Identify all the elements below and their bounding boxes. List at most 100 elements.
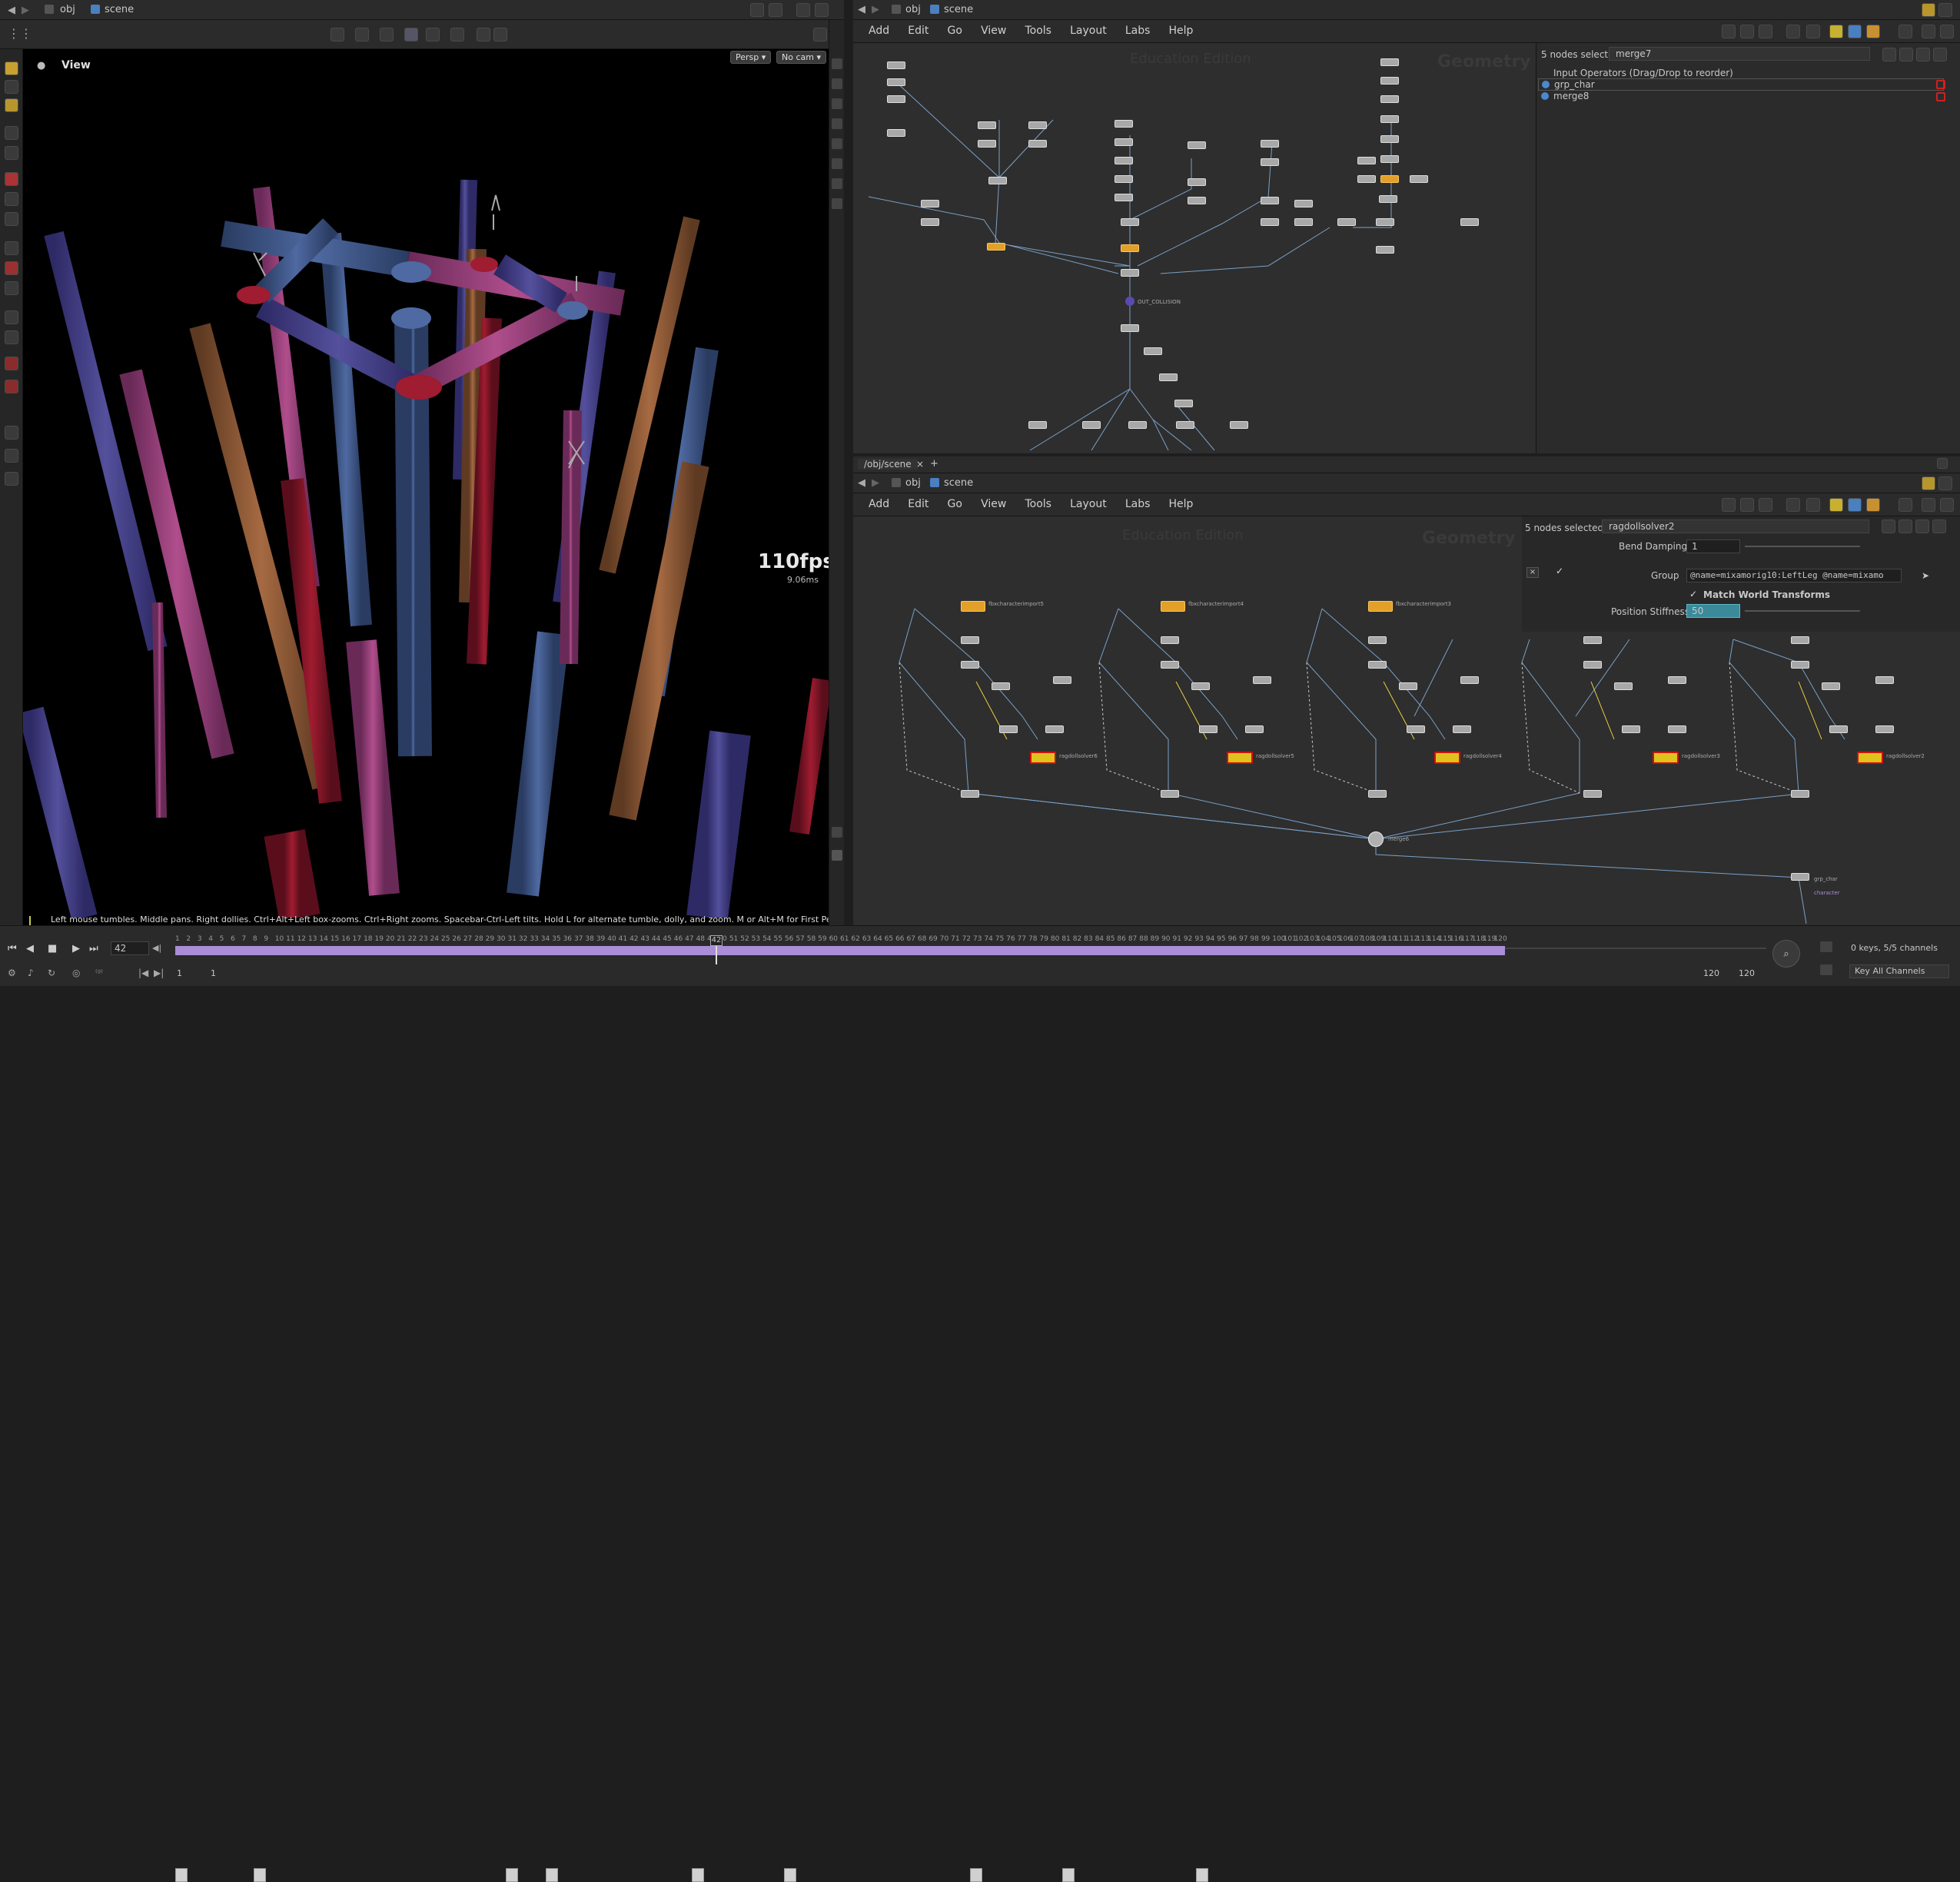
start-frame-2[interactable]: 1: [211, 968, 216, 978]
network-node-copy[interactable]: [1380, 175, 1399, 183]
network-node[interactable]: [1115, 138, 1133, 146]
keyframe[interactable]: [784, 1868, 796, 1882]
sticky-icon[interactable]: [1848, 25, 1862, 38]
network-node[interactable]: [1245, 725, 1264, 733]
network-node[interactable]: [1115, 175, 1133, 183]
note-icon[interactable]: [1829, 498, 1843, 512]
transform-tool-icon[interactable]: [5, 80, 18, 94]
ragdoll-solver-node[interactable]: [1434, 752, 1460, 764]
net-forward-icon[interactable]: ▶: [872, 4, 879, 15]
network-node[interactable]: [1376, 218, 1394, 226]
network-node[interactable]: [1053, 676, 1071, 684]
network-node[interactable]: [1791, 636, 1809, 644]
network-node[interactable]: [1121, 324, 1139, 332]
network-node[interactable]: [887, 129, 905, 137]
back-arrow-icon[interactable]: ◀: [8, 5, 15, 16]
remove-input-icon[interactable]: [1936, 92, 1945, 101]
network-node[interactable]: [992, 682, 1010, 690]
points-icon[interactable]: [832, 178, 842, 189]
network-node[interactable]: [1230, 421, 1248, 429]
network-node[interactable]: [1188, 197, 1206, 204]
network-node[interactable]: [999, 725, 1018, 733]
param-info-icon[interactable]: [1915, 519, 1929, 533]
network-node[interactable]: [1379, 195, 1397, 203]
wireframe-icon[interactable]: [832, 98, 842, 109]
normals-icon[interactable]: [832, 198, 842, 209]
box-icon[interactable]: [1866, 25, 1880, 38]
network-node[interactable]: [1028, 121, 1047, 129]
keyframe[interactable]: [546, 1868, 558, 1882]
menu-layout[interactable]: Layout: [1070, 498, 1107, 510]
magnet-red2-icon[interactable]: [5, 380, 18, 393]
path-scene[interactable]: scene: [105, 4, 134, 15]
network-node[interactable]: [1791, 661, 1809, 669]
play-reverse-icon[interactable]: ◀: [26, 943, 34, 954]
fbx-import-node[interactable]: [1161, 601, 1185, 612]
network-node[interactable]: [1407, 725, 1425, 733]
param-search-icon[interactable]: [1899, 519, 1912, 533]
param-gear-icon[interactable]: [1882, 48, 1896, 61]
param-gear-icon[interactable]: [1882, 519, 1895, 533]
net2-link-icon[interactable]: [1938, 476, 1952, 490]
network-node[interactable]: [1121, 218, 1139, 226]
no-icon[interactable]: [450, 28, 464, 41]
search-icon[interactable]: [1899, 25, 1912, 38]
end-frame-2[interactable]: 120: [1739, 968, 1755, 978]
network-node[interactable]: [1357, 157, 1376, 164]
input-row[interactable]: merge8: [1538, 91, 1944, 103]
network-node[interactable]: [887, 61, 905, 69]
network-node-copy[interactable]: [987, 243, 1005, 251]
pin-icon[interactable]: [750, 3, 764, 17]
toolbar-option-icon[interactable]: [813, 28, 827, 41]
node-name-field[interactable]: merge7: [1609, 47, 1870, 61]
net2-forward-icon[interactable]: ▶: [872, 477, 879, 489]
network-node[interactable]: [961, 661, 979, 669]
keyframe[interactable]: [1062, 1868, 1075, 1882]
paint-icon[interactable]: [5, 330, 18, 344]
magnet-icon[interactable]: [5, 261, 18, 275]
key-search-icon[interactable]: ⌕: [1772, 940, 1800, 968]
network-node[interactable]: [1368, 790, 1387, 798]
net-path-obj[interactable]: obj: [905, 4, 921, 15]
network-node[interactable]: [1460, 676, 1479, 684]
timeline-option-icon[interactable]: ⚙: [8, 968, 16, 978]
gear-icon[interactable]: [1922, 498, 1935, 512]
network-node[interactable]: [1128, 421, 1147, 429]
network-node-copy[interactable]: [1121, 244, 1139, 252]
network-node[interactable]: [1253, 676, 1271, 684]
network-node[interactable]: [1583, 636, 1602, 644]
tab-menu-icon[interactable]: [1937, 458, 1948, 469]
network-node[interactable]: [1188, 141, 1206, 149]
playhead[interactable]: [716, 946, 717, 964]
grid-menu-icon[interactable]: ⋮⋮: [8, 26, 32, 41]
path-obj[interactable]: obj: [60, 4, 75, 15]
param-help-icon[interactable]: [1932, 519, 1946, 533]
network-node[interactable]: [1028, 140, 1047, 148]
network-node[interactable]: [1261, 158, 1279, 166]
network-node[interactable]: [1453, 725, 1471, 733]
wrench-icon[interactable]: [1722, 498, 1736, 512]
net2-back-icon[interactable]: ◀: [858, 477, 865, 489]
network-node[interactable]: [1376, 246, 1394, 254]
bend-damping-slider[interactable]: [1745, 546, 1860, 547]
network-node[interactable]: [1399, 682, 1417, 690]
start-frame[interactable]: 1: [177, 968, 182, 978]
network-node[interactable]: [1294, 200, 1313, 207]
display-icon[interactable]: [832, 58, 842, 69]
net-link-icon[interactable]: [1938, 3, 1952, 17]
table-icon[interactable]: [1806, 25, 1820, 38]
lighting-icon[interactable]: [832, 118, 842, 129]
network-node[interactable]: [1176, 421, 1194, 429]
snapping-icon[interactable]: [5, 241, 18, 255]
light-icon[interactable]: [5, 472, 18, 486]
network-node[interactable]: [1875, 725, 1894, 733]
add-tab-button[interactable]: +: [930, 458, 938, 470]
ragdoll-solver-node[interactable]: [1857, 752, 1883, 764]
shading-icon[interactable]: [832, 78, 842, 89]
step-back-icon[interactable]: ◀|: [152, 943, 161, 953]
network-node[interactable]: [1028, 421, 1047, 429]
bone-icon[interactable]: [5, 212, 18, 226]
tree-icon[interactable]: [1786, 25, 1800, 38]
network-node[interactable]: [1294, 218, 1313, 226]
network-node[interactable]: [1357, 175, 1376, 183]
